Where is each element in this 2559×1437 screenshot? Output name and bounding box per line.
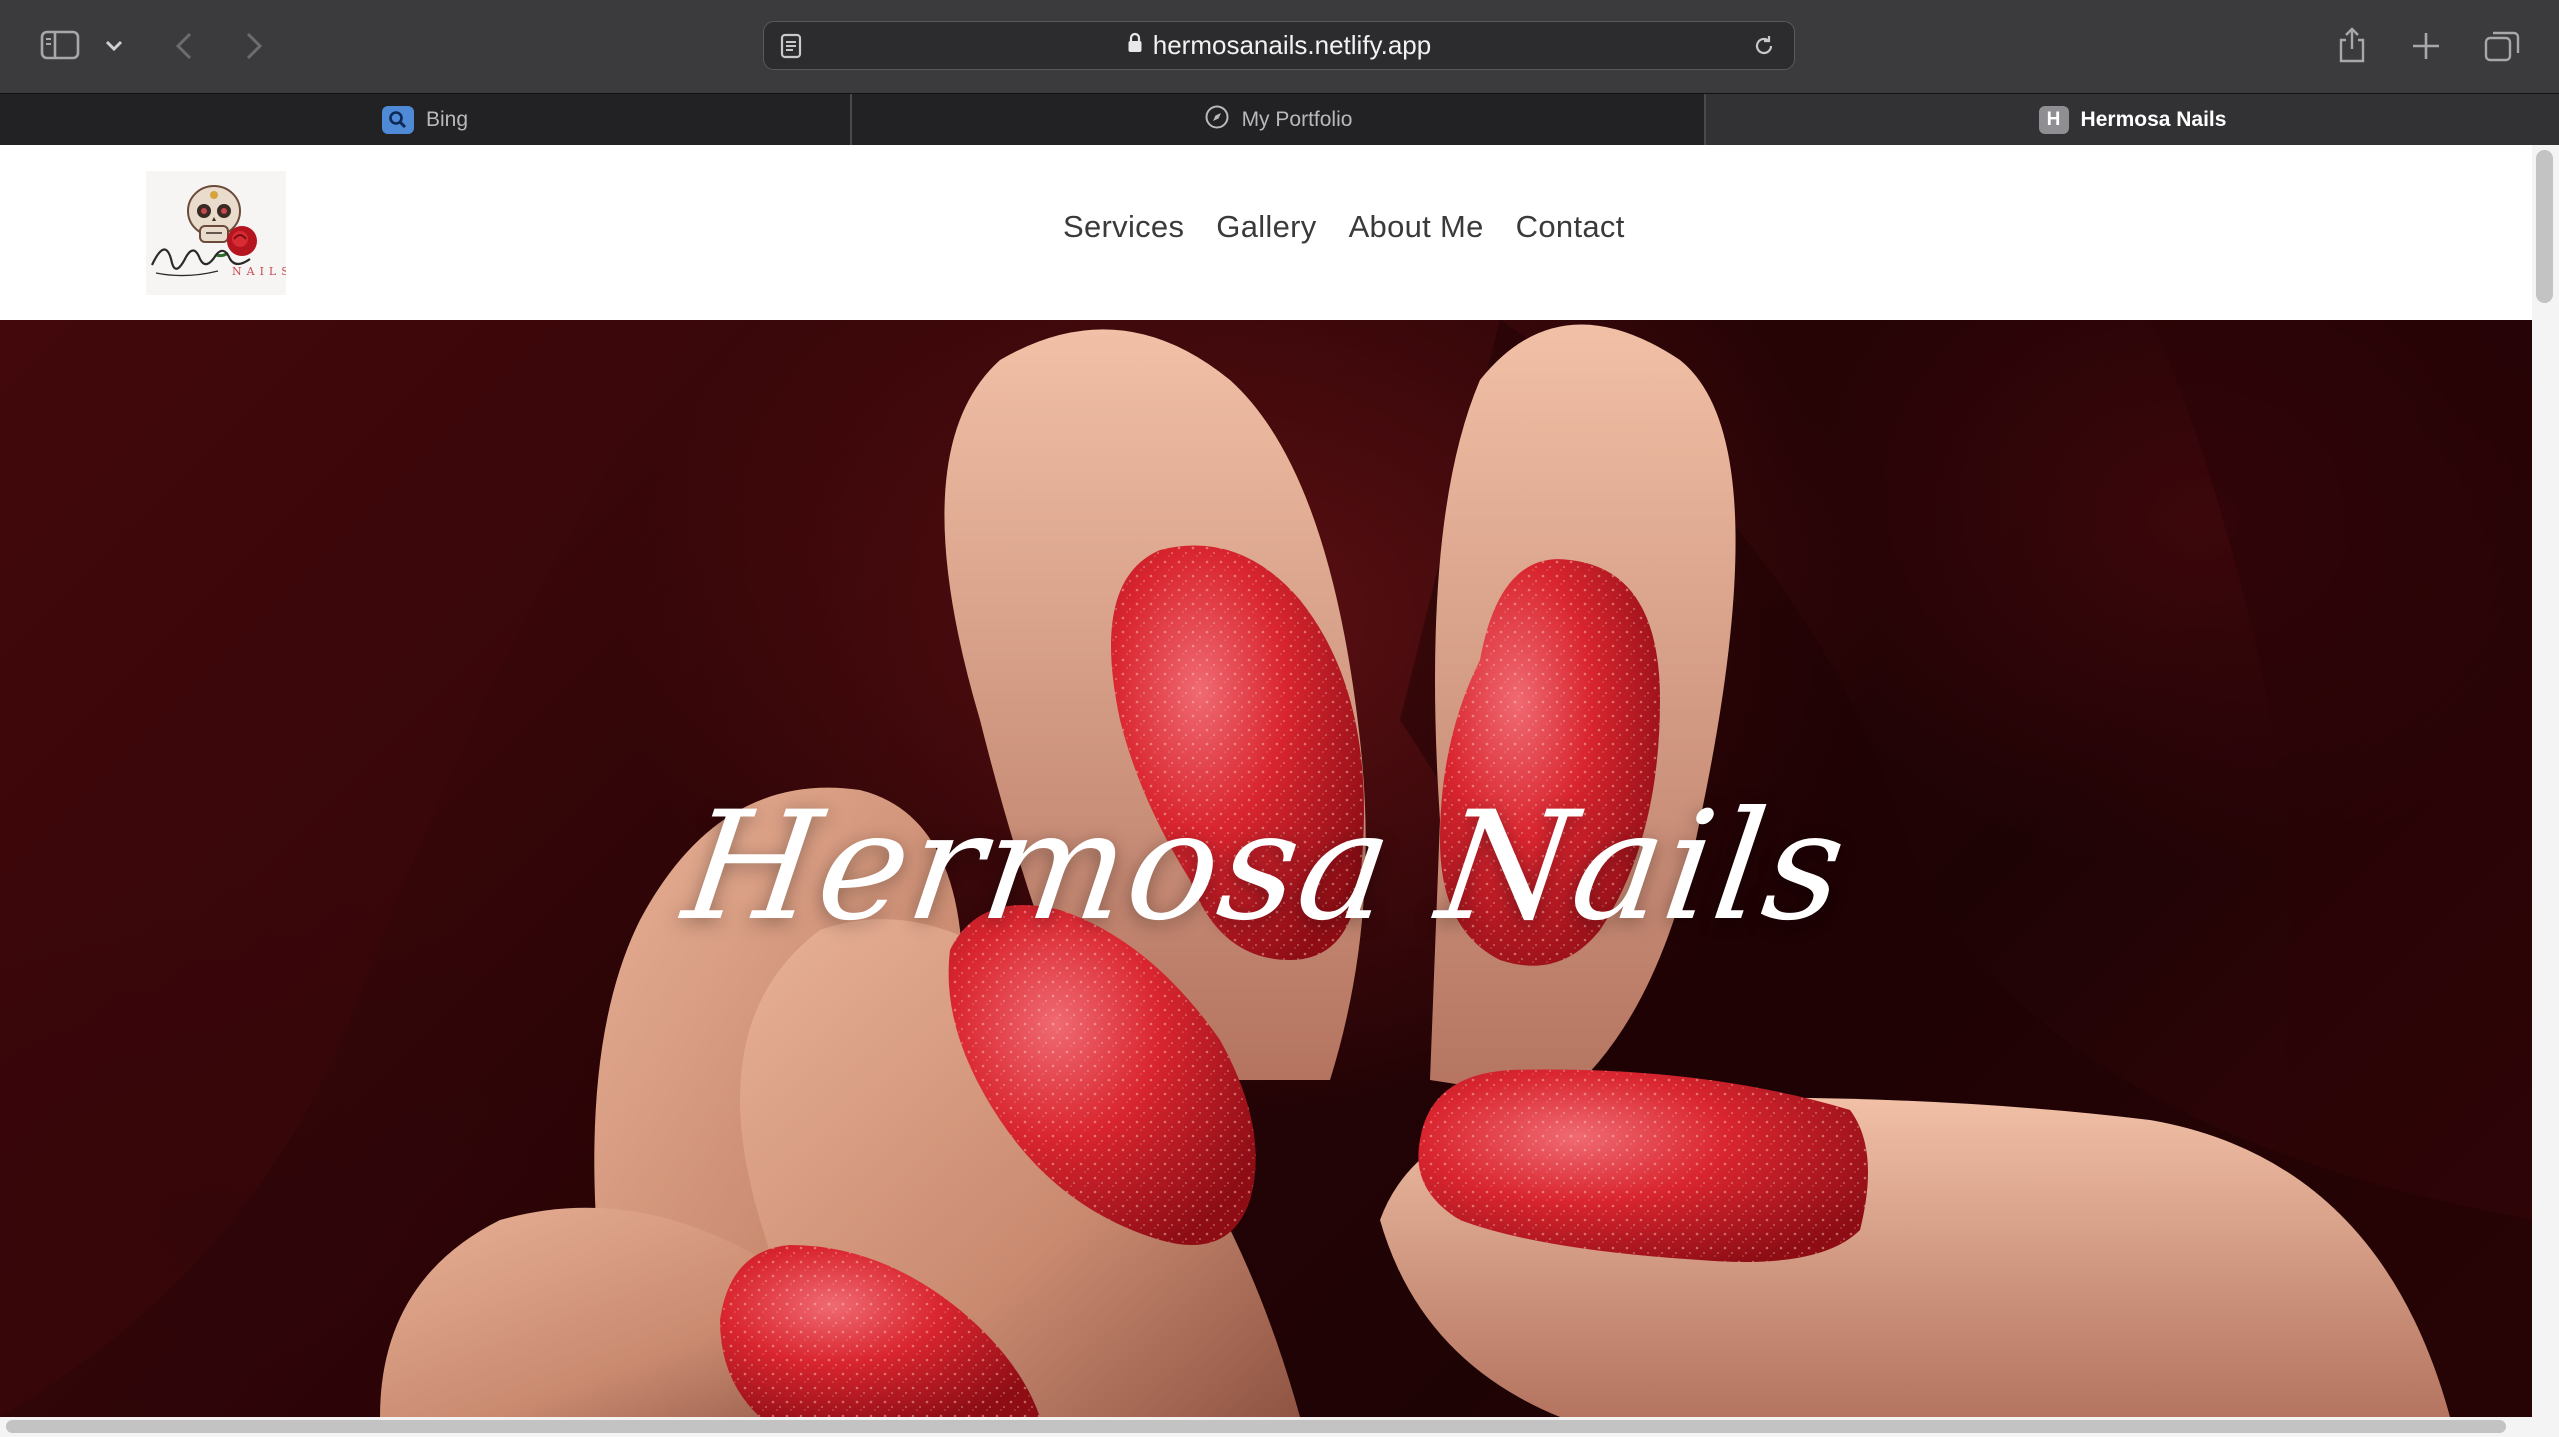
share-icon[interactable] xyxy=(2334,24,2370,66)
hero-title: Hermosa Nails xyxy=(675,780,1857,954)
vertical-scrollbar-track xyxy=(2532,145,2559,1437)
url-display[interactable]: hermosanails.netlify.app xyxy=(764,22,1794,69)
forward-icon[interactable] xyxy=(238,26,270,66)
site-nav: Services Gallery About Me Contact xyxy=(1063,209,1625,245)
svg-text:NAILS: NAILS xyxy=(232,265,286,278)
address-bar[interactable]: hermosanails.netlify.app xyxy=(763,21,1795,70)
tab-bar: Bing My Portfolio H Hermosa Nails xyxy=(0,93,2559,145)
tab-hermosa-nails[interactable]: H Hermosa Nails xyxy=(1706,94,2559,145)
compass-icon xyxy=(1204,104,1230,136)
nav-services[interactable]: Services xyxy=(1063,209,1184,245)
browser-toolbar: hermosanails.netlify.app xyxy=(0,0,2559,93)
tab-bing[interactable]: Bing xyxy=(0,94,852,145)
hero-banner: Hermosa Nails xyxy=(0,320,2532,1417)
search-icon xyxy=(381,105,414,134)
tab-label: Bing xyxy=(425,107,469,131)
tab-my-portfolio[interactable]: My Portfolio xyxy=(852,94,1706,145)
vertical-scrollbar[interactable] xyxy=(2536,150,2553,303)
new-tab-icon[interactable] xyxy=(2409,29,2443,63)
nav-contact[interactable]: Contact xyxy=(1516,209,1625,245)
tab-label: My Portfolio xyxy=(1241,107,1353,131)
url-text: hermosanails.netlify.app xyxy=(1152,30,1432,60)
web-page: NAILS Services Gallery About Me Contact xyxy=(0,145,2532,1417)
site-logo[interactable]: NAILS xyxy=(146,171,289,295)
nav-gallery[interactable]: Gallery xyxy=(1216,209,1316,245)
nav-about-me[interactable]: About Me xyxy=(1349,209,1484,245)
tab-label: Hermosa Nails xyxy=(2080,107,2227,131)
h-favicon-icon: H xyxy=(2038,105,2069,134)
back-icon[interactable] xyxy=(168,26,200,66)
horizontal-scrollbar[interactable] xyxy=(6,1420,2506,1433)
lock-icon xyxy=(1127,30,1143,61)
sidebar-toggle-icon[interactable] xyxy=(38,27,82,63)
chevron-down-icon[interactable] xyxy=(101,33,127,59)
tab-overview-icon[interactable] xyxy=(2483,28,2521,64)
site-header: NAILS Services Gallery About Me Contact xyxy=(0,145,2532,320)
reload-icon[interactable] xyxy=(1749,31,1779,61)
